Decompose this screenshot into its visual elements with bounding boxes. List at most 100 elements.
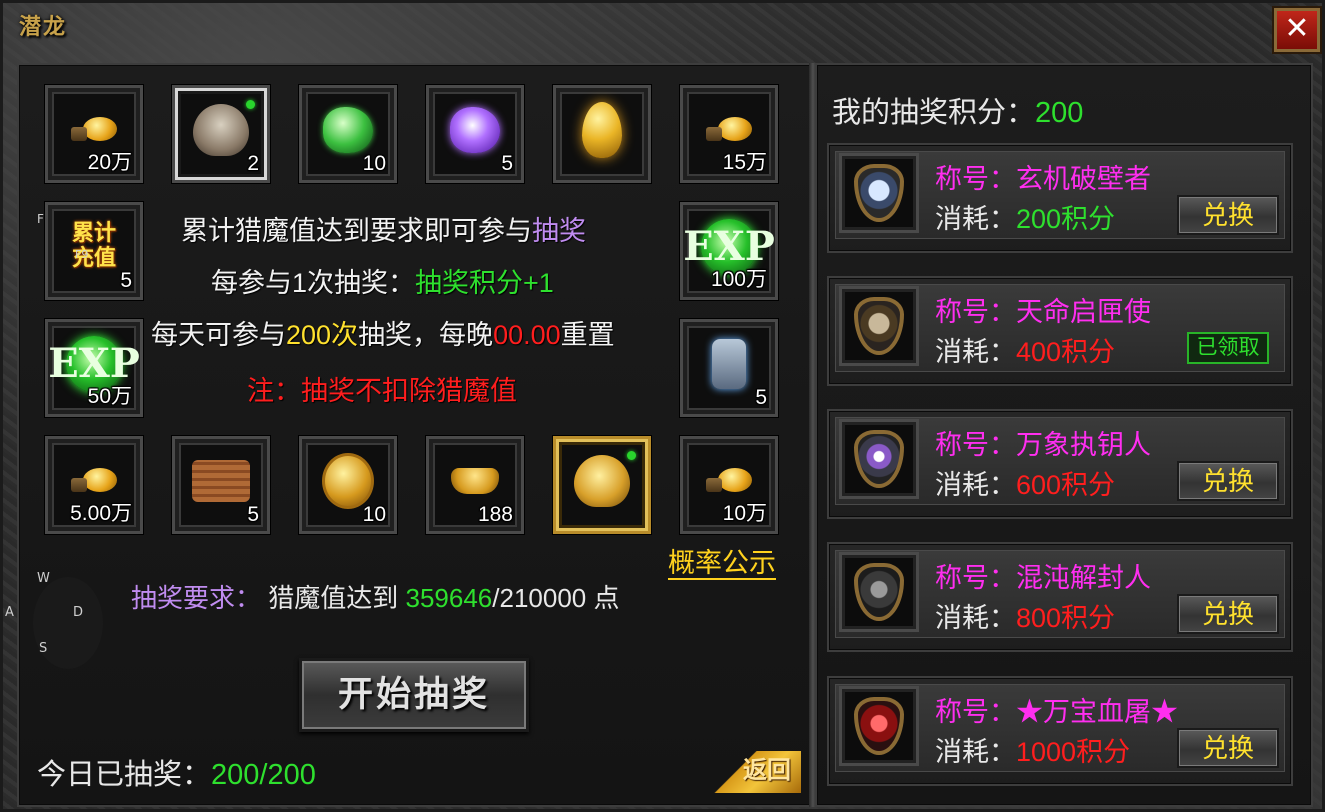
exp-orb-text: EXP [48,340,140,388]
cost-value: 800积分 [1016,603,1116,633]
prize-slot[interactable]: 10 [299,436,397,534]
lucky-value-icon: 累计 充值 [66,221,122,271]
exp-orb-text: EXP [683,223,775,271]
prize-slot[interactable]: 2 [172,85,270,183]
title-prefix: 称号： [935,164,1016,194]
info-line-2: 每参与1次抽奖：抽奖积分+1 [211,261,554,300]
exchange-button[interactable]: 兑换 [1177,461,1279,501]
lucky-value-text: 累计 充值 [71,220,116,271]
close-button[interactable]: ✕ [1274,8,1320,52]
prize-quantity: 10 [362,152,386,175]
reward-cost: 消耗：400积分 [935,330,1115,369]
reward-card: 称号：混沌解封人 消耗：800积分 兑换 [827,542,1293,652]
info-text: 重置 [560,320,615,350]
prize-slot[interactable]: 5.00万 [45,436,143,534]
chain-shield-icon [854,563,904,621]
points-label: 我的抽奖积分： [832,97,1036,129]
compass-key-d: D [73,605,84,620]
current-hunt-value: 359646 [405,583,493,613]
title-name: 万象执钥人 [1016,430,1151,460]
title-badge [839,286,919,366]
title-name: 天命启匣使 [1016,297,1151,327]
cost-value: 1000积分 [1016,737,1131,767]
prize-slot[interactable]: 10万 [680,436,778,534]
reward-title: 称号：玄机破壁者 [935,157,1151,196]
info-line-1: 累计猎魔值达到要求即可参与抽奖 [181,209,586,248]
new-indicator [627,451,636,460]
start-draw-button[interactable]: 开始抽奖 [299,658,529,732]
gold-coins-icon [69,113,119,147]
gold-coins-icon [69,464,119,498]
scroll-icon [192,460,250,503]
draw-requirement: 抽奖要求： 猎魔值达到 359646/210000 点 [131,578,620,615]
info-line-3: 每天可参与200次抽奖，每晚00.00重置 [151,313,615,352]
prize-slot[interactable]: 5 [172,436,270,534]
new-indicator [246,100,255,109]
cost-label: 消耗： [935,737,1016,767]
prize-slot[interactable]: EXP 100万 [680,202,778,300]
title-badge [839,552,919,632]
hotkey-f9-label: F9 [75,248,89,261]
info-highlight: 抽奖积分+1 [415,268,554,298]
info-note: 注：抽奖不扣除猎魔值 [247,376,517,406]
chest-shield-icon [854,297,904,355]
claimed-badge: 已领取 [1187,332,1269,364]
reward-card: 称号：天命启匣使 消耗：400积分 已领取 [827,276,1293,386]
golden-shell-icon [574,455,630,508]
prize-slot[interactable]: EXP 50万 [45,319,143,417]
probability-link[interactable]: 概率公示 [668,548,776,580]
info-highlight: 抽奖 [532,216,586,246]
prize-quantity: 188 [477,503,513,526]
prize-slot[interactable]: 5 [680,319,778,417]
purple-gem-icon [450,107,500,154]
title-name: 混沌解封人 [1016,563,1151,593]
cost-label: 消耗： [935,470,1016,500]
green-gem-icon [323,107,373,154]
reward-title: 称号：★万宝血屠★ [935,690,1178,729]
prize-slot[interactable]: 累计 充值 5 [45,202,143,300]
target-hunt-value: /210000 [492,583,587,613]
cost-value: 200积分 [1016,204,1116,234]
prize-slot[interactable] [553,436,651,534]
gem-shield-icon [854,430,904,488]
today-value: 200/200 [211,759,316,791]
lottery-window: 潜龙 ✕ 20万 2 10 5 15万 F11 累计 充值 5 F9 EXP 5… [0,0,1325,812]
prize-slot[interactable]: 10 [299,85,397,183]
title-name: 玄机破壁者 [1016,164,1151,194]
gold-coins-icon [704,464,754,498]
points-value: 200 [1035,97,1084,129]
prize-quantity: 5.00万 [70,502,132,525]
prize-slot[interactable]: 15万 [680,85,778,183]
title-badge [839,686,919,766]
prize-slot[interactable]: 188 [426,436,524,534]
prize-slot[interactable] [553,85,651,183]
reward-title: 称号：混沌解封人 [935,556,1151,595]
prize-quantity: 15万 [722,151,767,174]
cost-label: 消耗： [935,603,1016,633]
title-badge [839,153,919,233]
blood-shield-icon [854,697,904,755]
prize-quantity: 20万 [87,151,132,174]
info-text: 每天可参与 [151,320,286,350]
reward-card: 称号：万象执钥人 消耗：600积分 兑换 [827,409,1293,519]
requirement-label: 抽奖要求： [131,583,262,613]
prize-slot[interactable]: 20万 [45,85,143,183]
prize-quantity: 10万 [722,502,767,525]
reward-cost: 消耗：600积分 [935,463,1115,502]
cost-value: 400积分 [1016,337,1116,367]
cost-label: 消耗： [935,204,1016,234]
title-prefix: 称号： [935,297,1016,327]
gold-coins-icon [704,113,754,147]
reward-title: 称号：万象执钥人 [935,423,1151,462]
exchange-button[interactable]: 兑换 [1177,195,1279,235]
rune-stone-icon [712,339,746,390]
prize-quantity: 5 [120,269,132,292]
compass-key-w: W [37,571,50,586]
title-name: ★万宝血屠★ [1016,697,1178,727]
yin-yang-shield-icon [854,164,904,222]
exchange-button[interactable]: 兑换 [1177,728,1279,768]
today-draw-count: 今日已抽奖：200/200 [37,751,316,793]
prize-slot[interactable]: 5 [426,85,524,183]
golden-egg-icon [582,102,622,159]
exchange-button[interactable]: 兑换 [1177,594,1279,634]
